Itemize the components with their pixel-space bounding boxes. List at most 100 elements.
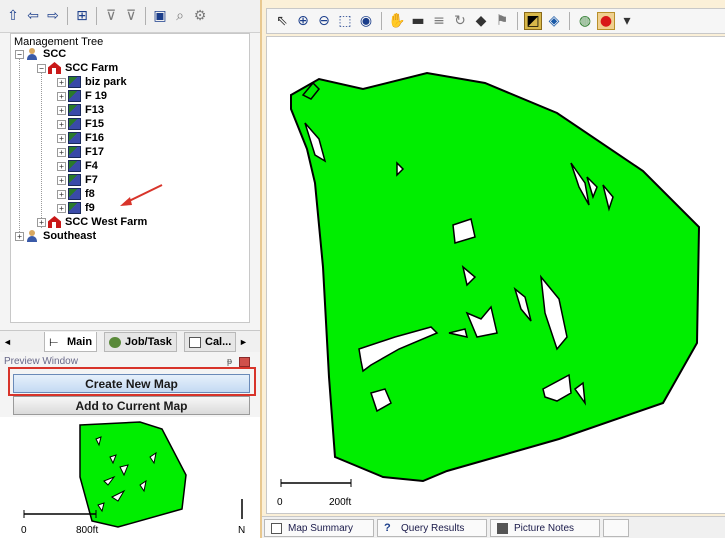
field-icon [68,188,81,200]
tab-scroll-right-button[interactable]: ► [236,332,252,352]
tree-node-scc-farm[interactable]: − SCC Farm [37,61,118,75]
tree-node-label: F 19 [85,90,108,102]
tab-map-summary[interactable]: Map Summary [264,519,374,537]
expand-toggle[interactable]: + [57,147,66,157]
tab-label: Picture Notes [514,522,575,534]
tab-label: Map Summary [288,522,354,534]
app-window: ⇧ ⇦ ⇨ ⊞ ⊽ ⊽ ▣ ⌕ ⚙ Management Tree − SCC … [0,0,725,538]
pin-icon[interactable]: ᵽ [227,356,232,366]
find-icon[interactable]: ⌕ [171,7,189,25]
grower-icon [26,48,39,60]
properties-icon[interactable]: ▣ [151,7,169,25]
tree-node-label: f8 [85,188,95,200]
tree-node-field[interactable]: + biz park [57,75,127,89]
record-icon[interactable]: ● [597,12,615,30]
expand-toggle[interactable]: + [57,161,66,171]
tree-node-scc[interactable]: − SCC [15,47,66,61]
scale-label-right: 200ft [329,497,351,508]
filter-icon[interactable]: ⊽ [102,7,120,25]
toolbar-divider [569,12,570,30]
field-map: 0 200ft [277,71,701,508]
tree-node-field[interactable]: + F15 [57,117,104,131]
up-arrow-icon[interactable]: ⇧ [4,7,22,25]
expand-toggle[interactable]: + [57,133,66,143]
tab-job-task[interactable]: Job/Task [104,332,177,352]
tree-node-field[interactable]: + F13 [57,103,104,117]
field-icon [68,118,81,130]
tree-node-field[interactable]: + F16 [57,131,104,145]
tree-toolbar: ⇧ ⇦ ⇨ ⊞ ⊽ ⊽ ▣ ⌕ ⚙ [0,0,260,33]
pan-hand-icon[interactable]: ✋ [388,12,406,30]
measure-icon[interactable]: ▬ [409,12,427,30]
expand-toggle[interactable]: + [15,231,24,241]
button-label: Add to Current Map [75,398,188,413]
tree-node-field[interactable]: + f8 [57,187,95,201]
expand-toggle[interactable]: + [57,203,66,213]
tree-node-field[interactable]: + F4 [57,159,98,173]
tab-scroll-left-button[interactable]: ◄ [0,332,16,352]
settings-icon[interactable]: ⚙ [191,7,209,25]
tree-node-southeast[interactable]: + Southeast [15,229,96,243]
tree-node-label: F7 [85,174,98,186]
globe-icon[interactable]: ◍ [576,12,594,30]
field-icon [68,76,81,88]
tab-calendar[interactable]: Cal... [184,332,237,352]
flag-icon[interactable]: ⚑ [493,12,511,30]
tree-node-field[interactable]: + F17 [57,145,104,159]
camera-icon [497,522,508,534]
map-canvas[interactable]: 0 200ft [266,36,725,514]
label-icon[interactable]: ≡ [430,12,448,30]
field-boundary [290,71,701,483]
expand-toggle[interactable]: + [57,175,66,185]
tree-node-field[interactable]: + F7 [57,173,98,187]
tree-node-label: SCC Farm [65,62,119,74]
tree-tab-strip: ◄ ⊢ Main Job/Task Cal... ► [0,330,260,352]
expand-toggle[interactable]: + [57,105,66,115]
tree-view-icon[interactable]: ⊞ [73,7,91,25]
toolbar-divider [381,12,382,30]
job-task-icon [109,336,121,348]
forward-arrow-icon[interactable]: ⇨ [44,7,62,25]
expand-toggle[interactable]: + [37,217,46,227]
tree-node-scc-west-farm[interactable]: + SCC West Farm [37,215,147,229]
rotate-icon[interactable]: ↻ [451,12,469,30]
calendar-icon [189,336,201,348]
zoom-in-icon[interactable]: ⊕ [294,12,312,30]
tree-node-label: biz park [85,76,127,88]
collapse-toggle[interactable]: − [37,63,46,73]
tree-node-field[interactable]: + F 19 [57,89,107,103]
preview-window-title: Preview Window [4,356,78,367]
annotation-highlight-box [8,367,256,396]
zoom-box-icon[interactable]: ⬚ [336,12,354,30]
tree-node-label: SCC West Farm [65,216,148,228]
layers-color-icon[interactable]: ◈ [545,12,563,30]
zoom-out-icon[interactable]: ⊖ [315,12,333,30]
collapse-toggle[interactable]: − [15,49,24,59]
tree-node-field-f9[interactable]: + f9 [57,201,95,215]
clear-filter-icon[interactable]: ⊽ [122,7,140,25]
field-icon [68,104,81,116]
field-icon [68,174,81,186]
back-arrow-icon[interactable]: ⇦ [24,7,42,25]
left-pane: ⇧ ⇦ ⇨ ⊞ ⊽ ⊽ ▣ ⌕ ⚙ Management Tree − SCC … [0,0,260,538]
expand-toggle[interactable]: + [57,91,66,101]
tab-picture-notes[interactable]: Picture Notes [490,519,600,537]
tab-query-results[interactable]: ? Query Results [377,519,487,537]
expand-toggle[interactable]: + [57,119,66,129]
select-arrow-icon[interactable]: ⇖ [273,12,291,30]
management-tree: Management Tree − SCC − SCC Farm + biz p… [10,33,250,323]
field-icon [68,90,81,102]
expand-toggle[interactable]: + [57,77,66,87]
tree-connector [19,56,20,240]
more-icon[interactable]: ▾ [618,12,636,30]
preview-scale-label-left: 0 [21,525,27,536]
expand-toggle[interactable]: + [57,189,66,199]
layer-icon[interactable]: ◆ [472,12,490,30]
color-ramp-icon[interactable]: ◩ [524,12,542,30]
tab-main[interactable]: ⊢ Main [44,332,98,352]
zoom-extent-icon[interactable]: ◉ [357,12,375,30]
tab-blank[interactable] [603,519,629,537]
tab-label: Job/Task [125,336,172,348]
add-to-current-map-button[interactable]: Add to Current Map [13,396,250,415]
close-icon[interactable] [239,357,250,367]
